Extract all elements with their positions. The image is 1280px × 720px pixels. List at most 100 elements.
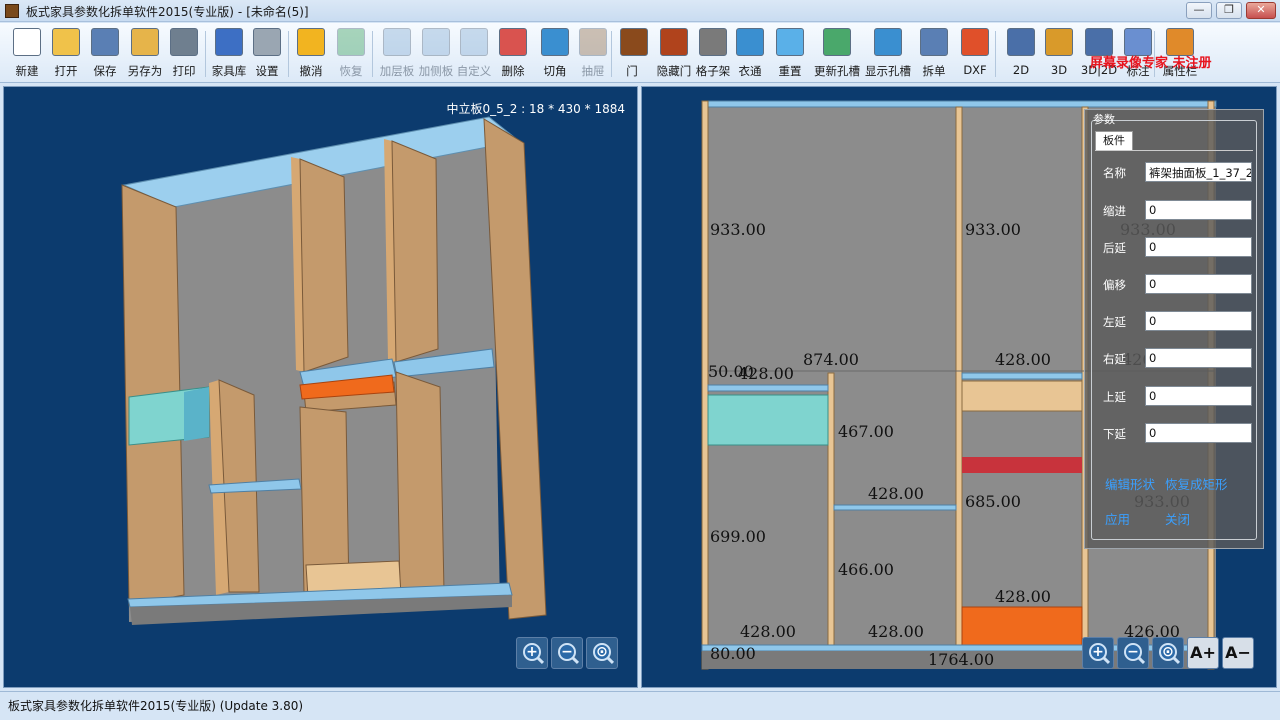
zoom-out-button-2d[interactable]: − — [1117, 637, 1149, 669]
toolbar-button-15[interactable]: 抽屉 — [578, 26, 608, 82]
close-button[interactable]: ✕ — [1246, 2, 1276, 19]
toolbar-button-19[interactable]: 衣通 — [733, 26, 767, 82]
toolbar-button-22[interactable]: 显示孔槽 — [863, 26, 913, 82]
toolbar-button-5[interactable]: 打印 — [168, 26, 200, 82]
restore-rectangle-link[interactable]: 恢复成矩形 — [1165, 474, 1228, 493]
toolbar-separator — [611, 31, 612, 77]
font-decrease-button[interactable]: A− — [1222, 637, 1254, 669]
shelf-2d-b — [833, 504, 957, 511]
zoom-in-button-2d[interactable]: + — [1082, 637, 1114, 669]
reset-icon — [776, 28, 804, 56]
zoom-fit-button-2d[interactable]: ⊙ — [1152, 637, 1184, 669]
param-row: 缩进 0 — [1085, 200, 1265, 220]
toolbar-button-8[interactable]: 撤消 — [293, 26, 329, 82]
param-row: 上延 0 — [1085, 386, 1265, 406]
param-input[interactable]: 0 — [1145, 386, 1252, 406]
parameters-legend: 参数 — [1093, 113, 1115, 126]
toolbar-button-11[interactable]: 加侧板 — [417, 26, 455, 82]
dimension-label: 1764.00 — [928, 650, 994, 669]
view-3d-icon — [1045, 28, 1073, 56]
app-logo-icon — [5, 4, 19, 18]
dimension-label: 466.00 — [838, 560, 894, 579]
font-increase-button[interactable]: A+ — [1187, 637, 1219, 669]
toolbar-button-14[interactable]: 切角 — [538, 26, 572, 82]
toolbar-button-16[interactable]: 门 — [620, 26, 648, 82]
param-label: 上延 — [1103, 390, 1126, 404]
zoom-out-button[interactable]: − — [551, 637, 583, 669]
show-holes-icon — [874, 28, 902, 56]
toolbar-separator — [288, 31, 289, 77]
edit-shape-link[interactable]: 编辑形状 — [1105, 474, 1155, 493]
redo-icon — [337, 28, 365, 56]
toolbar-button-24[interactable]: DXF — [958, 26, 992, 82]
zoom-fit-button[interactable]: ⊙ — [586, 637, 618, 669]
view3d-zoom-controls: + − ⊙ — [516, 637, 618, 669]
new-file-icon — [13, 28, 41, 56]
toolbar-button-label: 衣通 — [738, 64, 762, 78]
top-board-2d — [701, 100, 1217, 108]
update-holes-icon — [823, 28, 851, 56]
param-input[interactable]: 0 — [1145, 423, 1252, 443]
toolbar-button-label: 另存为 — [127, 64, 163, 78]
param-input[interactable]: 裤架抽面板_1_37_2 — [1145, 162, 1252, 182]
drawer-2d-teal — [707, 394, 829, 446]
toolbar-button-label: 设置 — [255, 64, 279, 78]
view-3d[interactable]: 中立板0_5_2 : 18 * 430 * 1884 + − ⊙ — [3, 86, 638, 688]
apply-button[interactable]: 应用 — [1105, 509, 1130, 528]
param-input[interactable]: 0 — [1145, 237, 1252, 257]
toolbar-button-26[interactable]: 3D — [1044, 26, 1074, 82]
view-2d[interactable]: 933.00933.00933.0050.00428.00874.00428.0… — [641, 86, 1277, 688]
param-input[interactable]: 0 — [1145, 274, 1252, 294]
toolbar-button-2[interactable]: 打开 — [50, 26, 82, 82]
title-separator: - — [237, 5, 243, 19]
title-bar: 板式家具参数化拆单软件2015(专业版) - [未命名(5)] — ❐ ✕ — [0, 0, 1280, 22]
toolbar-button-13[interactable]: 删除 — [497, 26, 529, 82]
param-label: 左延 — [1103, 315, 1126, 329]
toolbar-button-17[interactable]: 隐藏门 — [654, 26, 694, 82]
divider-1-face — [299, 158, 349, 373]
folder-open-icon — [52, 28, 80, 56]
param-input[interactable]: 0 — [1145, 200, 1252, 220]
toolbar-button-20[interactable]: 重置 — [773, 26, 807, 82]
save-as-icon — [131, 28, 159, 56]
toolbar-button-3[interactable]: 保存 — [89, 26, 121, 82]
toolbar-button-7[interactable]: 设置 — [252, 26, 282, 82]
param-label: 下延 — [1103, 427, 1126, 441]
toolbar-button-1[interactable]: 新建 — [12, 26, 42, 82]
cabinet-3d-model[interactable] — [4, 87, 638, 688]
param-input[interactable]: 0 — [1145, 348, 1252, 368]
minimize-button[interactable]: — — [1186, 2, 1212, 19]
save-icon — [91, 28, 119, 56]
dimension-label: 80.00 — [710, 644, 756, 663]
drawer-2d-orange — [961, 606, 1083, 648]
toolbar-button-label: 恢复 — [339, 64, 363, 78]
toolbar-button-12[interactable]: 自定义 — [455, 26, 493, 82]
toolbar-button-label: DXF — [963, 63, 987, 77]
toolbar-button-label: 3D — [1050, 63, 1068, 77]
zoom-in-button[interactable]: + — [516, 637, 548, 669]
param-row: 左延 0 — [1085, 311, 1265, 331]
dimension-label: 685.00 — [965, 492, 1021, 511]
param-input[interactable]: 0 — [1145, 311, 1252, 331]
toolbar-button-label: 保存 — [93, 64, 117, 78]
toolbar-button-25[interactable]: 2D — [1006, 26, 1036, 82]
toolbar-button-23[interactable]: 拆单 — [917, 26, 951, 82]
toolbar-button-4[interactable]: 另存为 — [126, 26, 164, 82]
divider-2-face — [391, 140, 439, 363]
dimension-label: 428.00 — [738, 364, 794, 383]
close-panel-button[interactable]: 关闭 — [1165, 509, 1190, 528]
restore-button[interactable]: ❐ — [1216, 2, 1242, 19]
app-window: 板式家具参数化拆单软件2015(专业版) - [未命名(5)] — ❐ ✕ 新建 打开… — [0, 0, 1280, 720]
toolbar-button-6[interactable]: 家具库 — [209, 26, 249, 82]
toolbar-button-10[interactable]: 加层板 — [378, 26, 416, 82]
recorder-watermark: 屏幕录像专家 未注册 — [1090, 56, 1212, 71]
toolbar-button-18[interactable]: 格子架 — [693, 26, 733, 82]
toolbar-button-9[interactable]: 恢复 — [335, 26, 367, 82]
toolbar-button-label: 自定义 — [456, 64, 492, 78]
dimension-label: 467.00 — [838, 422, 894, 441]
tab-board[interactable]: 板件 — [1095, 131, 1133, 151]
toolbar-button-label: 撤消 — [299, 64, 323, 78]
toolbar-button-21[interactable]: 更新孔槽 — [812, 26, 862, 82]
param-label: 缩进 — [1103, 204, 1126, 218]
left-side-2d — [701, 100, 709, 670]
